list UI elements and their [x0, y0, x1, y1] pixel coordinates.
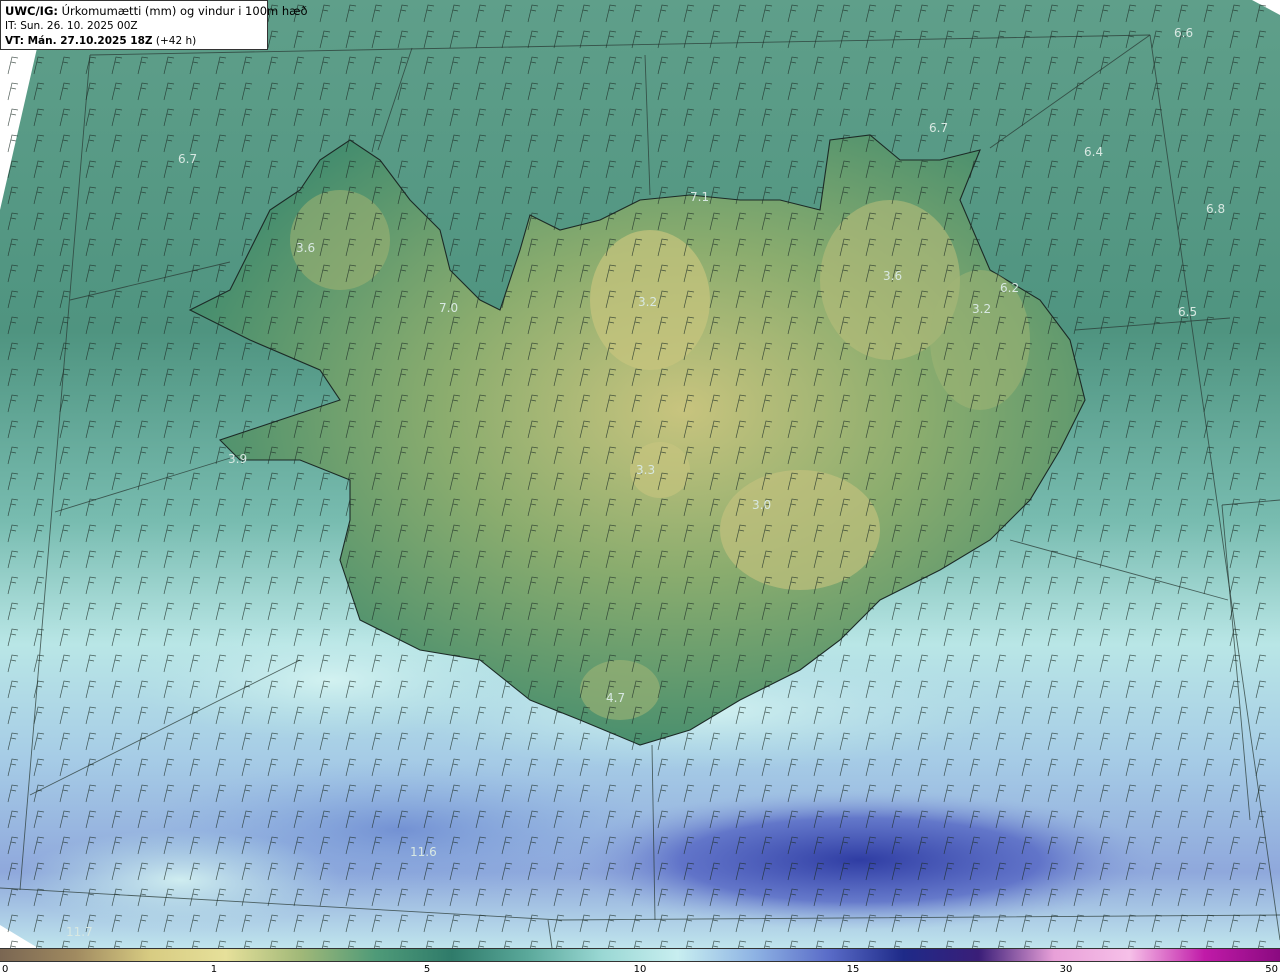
- colorbar-tick-label: 0: [2, 964, 9, 975]
- map-label: 6.2: [1000, 281, 1019, 295]
- map-label: 11.7: [66, 925, 93, 939]
- init-time: IT: Sun. 26. 10. 2025 00Z: [5, 20, 138, 32]
- map-label: 3.6: [883, 269, 902, 283]
- map-label: 6.8: [1206, 202, 1225, 216]
- map-label: 6.7: [178, 152, 197, 166]
- map-label: 3.9: [228, 452, 247, 466]
- map-label: 6.7: [929, 121, 948, 135]
- map-label: 3.2: [972, 302, 991, 316]
- colorbar-tick-label: 30: [1059, 964, 1073, 975]
- map-label: 6.4: [1084, 145, 1103, 159]
- map-label: 3.0: [752, 498, 771, 512]
- colorbar-tick-label: 15: [846, 964, 860, 975]
- map-label: 3.3: [636, 463, 655, 477]
- map-label: 3.6: [296, 241, 315, 255]
- colorbar-legend: 0 1 5 10 15 30 50: [0, 948, 1280, 978]
- forecast-info-box: UWC/IG: Úrkomumætti (mm) og vindur i 100…: [0, 0, 308, 50]
- map-canvas: 6.6 6.7 6.7 6.4 6.8 7.1 3.6 3.6 7.0 3.2 …: [0, 0, 1280, 948]
- colorbar-tick-label: 50: [1265, 964, 1278, 975]
- valid-time: VT: Mán. 27.10.2025 18Z: [5, 35, 153, 47]
- map-label: 3.2: [638, 295, 657, 309]
- colorbar-tick-label: 1: [210, 964, 218, 975]
- colorbar-tick-label: 10: [633, 964, 647, 975]
- model-label: UWC/IG:: [5, 4, 58, 18]
- map-label: 6.6: [1174, 26, 1193, 40]
- colorbar-strip: [0, 948, 1280, 962]
- map-label: 11.6: [410, 845, 437, 859]
- map-label: 7.0: [439, 301, 458, 315]
- precipitation-map: 6.6 6.7 6.7 6.4 6.8 7.1 3.6 3.6 7.0 3.2 …: [0, 0, 1280, 948]
- title-line: UWC/IG: Úrkomumætti (mm) og vindur i 100…: [5, 4, 308, 19]
- map-label: 4.7: [606, 691, 625, 705]
- map-label: 7.1: [690, 190, 709, 204]
- map-label: 6.5: [1178, 305, 1197, 319]
- product-title: Úrkomumætti (mm) og vindur i 100m hæð: [61, 4, 308, 18]
- valid-time-line: VT: Mán. 27.10.2025 18Z (+42 h): [5, 34, 263, 49]
- lead-time: (+42 h): [155, 35, 197, 47]
- colorbar-tick-label: 5: [423, 964, 431, 975]
